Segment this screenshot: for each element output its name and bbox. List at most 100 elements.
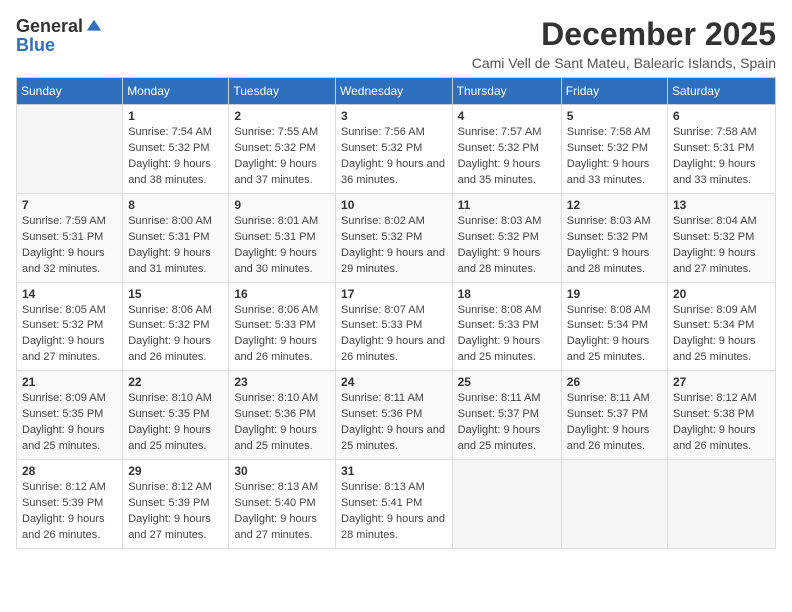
- calendar-cell: 14Sunrise: 8:05 AMSunset: 5:32 PMDayligh…: [17, 282, 123, 371]
- day-info: Sunrise: 8:13 AMSunset: 5:41 PMDaylight:…: [341, 480, 447, 544]
- sunset-text: Sunset: 5:32 PM: [22, 319, 103, 331]
- sunrise-text: Sunrise: 8:05 AM: [22, 304, 106, 316]
- day-info: Sunrise: 8:12 AMSunset: 5:39 PMDaylight:…: [22, 480, 117, 544]
- day-info: Sunrise: 7:58 AMSunset: 5:32 PMDaylight:…: [567, 125, 662, 189]
- sunrise-text: Sunrise: 8:06 AM: [234, 304, 318, 316]
- calendar-cell: 4 Sunrise: 7:57 AMSunset: 5:32 PMDaylight…: [452, 105, 561, 194]
- day-info: Sunrise: 8:08 AMSunset: 5:33 PMDaylight:…: [458, 303, 556, 367]
- sunrise-text: Sunrise: 8:10 AM: [234, 392, 318, 404]
- daylight-text: Daylight: 9 hours and 26 minutes.: [128, 335, 211, 363]
- logo-blue: Blue: [16, 35, 55, 56]
- day-info: Sunrise: 8:11 AMSunset: 5:36 PMDaylight:…: [341, 391, 447, 455]
- weekday-header: Tuesday: [229, 78, 336, 105]
- calendar-table: SundayMondayTuesdayWednesdayThursdayFrid…: [16, 77, 776, 549]
- day-info: Sunrise: 7:59 AMSunset: 5:31 PMDaylight:…: [22, 214, 117, 278]
- sunset-text: Sunset: 5:38 PM: [673, 408, 754, 420]
- weekday-header: Sunday: [17, 78, 123, 105]
- day-info: Sunrise: 7:54 AMSunset: 5:32 PMDaylight:…: [128, 125, 223, 189]
- sunset-text: Sunset: 5:32 PM: [567, 231, 648, 243]
- sunrise-text: Sunrise: 8:08 AM: [458, 304, 542, 316]
- weekday-header: Saturday: [667, 78, 775, 105]
- calendar-cell: 21 Sunrise: 8:09 AMSunset: 5:35 PMDayligh…: [17, 371, 123, 460]
- day-number: 27: [673, 375, 770, 389]
- day-number: 1: [128, 109, 223, 123]
- calendar-cell: 15Sunrise: 8:06 AMSunset: 5:32 PMDayligh…: [123, 282, 229, 371]
- day-info: Sunrise: 8:10 AMSunset: 5:35 PMDaylight:…: [128, 391, 223, 455]
- calendar-week-row: 28Sunrise: 8:12 AMSunset: 5:39 PMDayligh…: [17, 460, 776, 549]
- calendar-cell: 13Sunrise: 8:04 AMSunset: 5:32 PMDayligh…: [667, 193, 775, 282]
- day-number: 18: [458, 287, 556, 301]
- day-info: Sunrise: 8:11 AMSunset: 5:37 PMDaylight:…: [567, 391, 662, 455]
- day-info: Sunrise: 8:02 AMSunset: 5:32 PMDaylight:…: [341, 214, 447, 278]
- day-number: 10: [341, 198, 447, 212]
- day-info: Sunrise: 8:07 AMSunset: 5:33 PMDaylight:…: [341, 303, 447, 367]
- day-number: 7: [22, 198, 117, 212]
- day-info: Sunrise: 8:10 AMSunset: 5:36 PMDaylight:…: [234, 391, 330, 455]
- day-number: 4: [458, 109, 556, 123]
- calendar-cell: 5Sunrise: 7:58 AMSunset: 5:32 PMDaylight…: [561, 105, 667, 194]
- day-number: 24: [341, 375, 447, 389]
- calendar-cell: 20Sunrise: 8:09 AMSunset: 5:34 PMDayligh…: [667, 282, 775, 371]
- calendar-cell: 2Sunrise: 7:55 AMSunset: 5:32 PMDaylight…: [229, 105, 336, 194]
- sunset-text: Sunset: 5:32 PM: [458, 142, 539, 154]
- day-number: 22: [128, 375, 223, 389]
- sunset-text: Sunset: 5:32 PM: [341, 142, 422, 154]
- header: General Blue December 2025 Cami Vell de …: [16, 16, 776, 71]
- daylight-text: Daylight: 9 hours and 26 minutes.: [673, 424, 756, 452]
- day-number: 29: [128, 464, 223, 478]
- sunset-text: Sunset: 5:36 PM: [341, 408, 422, 420]
- day-info: Sunrise: 8:11 AMSunset: 5:37 PMDaylight:…: [458, 391, 556, 455]
- day-info: Sunrise: 7:57 AMSunset: 5:32 PMDaylight:…: [458, 125, 556, 189]
- day-info: Sunrise: 7:56 AMSunset: 5:32 PMDaylight:…: [341, 125, 447, 189]
- calendar-cell: 6Sunrise: 7:58 AMSunset: 5:31 PMDaylight…: [667, 105, 775, 194]
- daylight-text: Daylight: 9 hours and 27 minutes.: [128, 513, 211, 541]
- day-number: 30: [234, 464, 330, 478]
- day-info: Sunrise: 8:08 AMSunset: 5:34 PMDaylight:…: [567, 303, 662, 367]
- day-number: 21: [22, 375, 117, 389]
- day-info: Sunrise: 8:05 AM Sunset: 5:32 PM Daylight:…: [22, 303, 117, 367]
- sunset-text: Sunset: 5:33 PM: [341, 319, 422, 331]
- daylight-text: Daylight: 9 hours and 25 minutes.: [458, 335, 541, 363]
- day-info: Sunrise: 8:12 AMSunset: 5:38 PMDaylight:…: [673, 391, 770, 455]
- calendar-cell: 11Sunrise: 8:03 AMSunset: 5:32 PMDayligh…: [452, 193, 561, 282]
- calendar-body: 1 Sunrise: 7:54 AMSunset: 5:32 PMDaylight…: [17, 105, 776, 549]
- sunrise-text: Sunrise: 7:55 AM: [234, 126, 318, 138]
- daylight-text: Daylight: 9 hours and 37 minutes.: [234, 158, 317, 186]
- weekday-header: Monday: [123, 78, 229, 105]
- calendar-cell: [667, 460, 775, 549]
- calendar-cell: 8Sunrise: 8:00 AMSunset: 5:31 PMDaylight…: [123, 193, 229, 282]
- sunset-text: Sunset: 5:40 PM: [234, 497, 315, 509]
- sunset-text: Sunset: 5:31 PM: [673, 142, 754, 154]
- day-info: Sunrise: 8:03 AMSunset: 5:32 PMDaylight:…: [567, 214, 662, 278]
- sunset-text: Sunset: 5:41 PM: [341, 497, 422, 509]
- daylight-text: Daylight: 9 hours and 35 minutes.: [458, 158, 541, 186]
- calendar-cell: 23Sunrise: 8:10 AMSunset: 5:36 PMDayligh…: [229, 371, 336, 460]
- day-number: 26: [567, 375, 662, 389]
- day-info: Sunrise: 7:55 AMSunset: 5:32 PMDaylight:…: [234, 125, 330, 189]
- daylight-text: Daylight: 9 hours and 27 minutes.: [22, 335, 105, 363]
- daylight-text: Daylight: 9 hours and 31 minutes.: [128, 247, 211, 275]
- sunrise-text: Sunrise: 8:10 AM: [128, 392, 212, 404]
- daylight-text: Daylight: 9 hours and 30 minutes.: [234, 247, 317, 275]
- daylight-text: Daylight: 9 hours and 33 minutes.: [673, 158, 756, 186]
- day-info: Sunrise: 8:09 AMSunset: 5:35 PMDaylight:…: [22, 391, 117, 455]
- title-area: December 2025 Cami Vell de Sant Mateu, B…: [472, 16, 776, 71]
- daylight-text: Daylight: 9 hours and 28 minutes.: [458, 247, 541, 275]
- calendar-cell: 22 Sunrise: 8:10 AMSunset: 5:35 PMDayligh…: [123, 371, 229, 460]
- daylight-text: Daylight: 9 hours and 25 minutes.: [22, 424, 105, 452]
- calendar-cell: 1 Sunrise: 7:54 AMSunset: 5:32 PMDaylight…: [123, 105, 229, 194]
- sunset-text: Sunset: 5:37 PM: [458, 408, 539, 420]
- sunrise-text: Sunrise: 7:58 AM: [673, 126, 757, 138]
- sunrise-text: Sunrise: 8:12 AM: [128, 481, 212, 493]
- sunrise-text: Sunrise: 8:02 AM: [341, 215, 425, 227]
- sunset-text: Sunset: 5:31 PM: [128, 231, 209, 243]
- calendar-week-row: 1 Sunrise: 7:54 AMSunset: 5:32 PMDaylight…: [17, 105, 776, 194]
- month-title: December 2025: [472, 16, 776, 53]
- location-subtitle: Cami Vell de Sant Mateu, Balearic Island…: [472, 55, 776, 71]
- daylight-text: Daylight: 9 hours and 26 minutes.: [22, 513, 105, 541]
- daylight-text: Daylight: 9 hours and 36 minutes.: [341, 158, 445, 186]
- calendar-cell: 26 Sunrise: 8:11 AMSunset: 5:37 PMDayligh…: [561, 371, 667, 460]
- sunrise-text: Sunrise: 8:01 AM: [234, 215, 318, 227]
- sunrise-text: Sunrise: 8:11 AM: [458, 392, 541, 404]
- sunrise-text: Sunrise: 8:08 AM: [567, 304, 651, 316]
